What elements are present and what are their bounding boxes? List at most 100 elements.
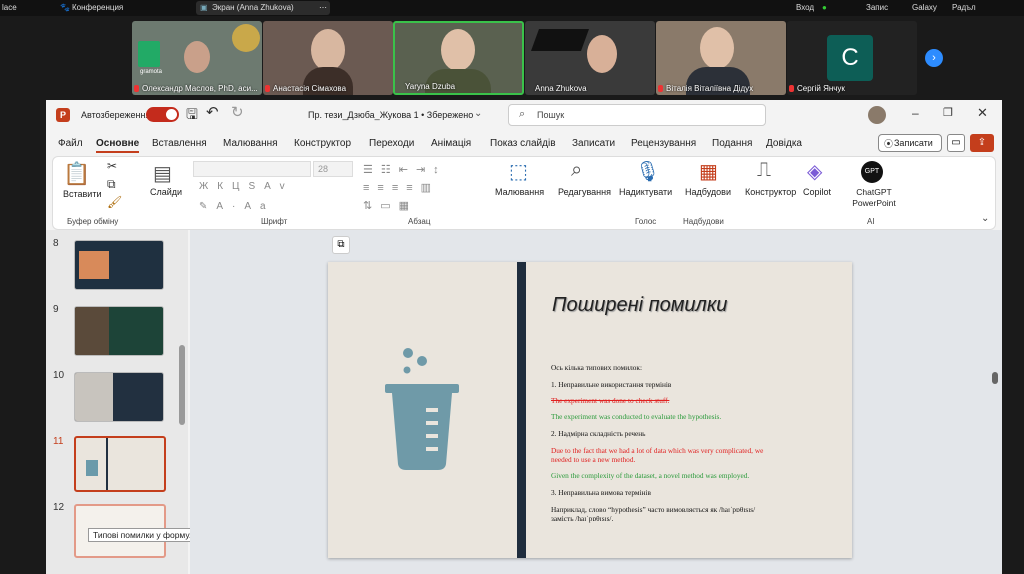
copy-icon[interactable]: ⧉: [107, 177, 116, 192]
next-page-icon[interactable]: ›: [925, 49, 943, 67]
system-top-bar: lace 🐾 Конференция ▣ Экран (Anna Zhukova…: [0, 0, 1024, 16]
copilot-button[interactable]: Copilot: [803, 187, 831, 197]
tab-slideshow[interactable]: Показ слайдів: [490, 138, 556, 149]
slide[interactable]: Поширені помилки Ось кілька типових поми…: [328, 262, 852, 558]
text-color-icons[interactable]: ✎A·Aa: [199, 201, 275, 212]
record-button[interactable]: ⦿ Записати: [878, 134, 942, 152]
slide-text-line[interactable]: 3. Неправильна вимова термінів: [551, 488, 651, 497]
paste-icon[interactable]: 📋: [63, 161, 90, 187]
designer-icon[interactable]: ⎍: [757, 159, 771, 182]
chatgpt-button[interactable]: ChatGPT PowerPoint: [847, 187, 901, 209]
avatar: [587, 35, 617, 73]
tab-home[interactable]: Основне: [96, 138, 140, 153]
participant-tile-active[interactable]: Yaryna Dzuba: [393, 21, 524, 95]
screen-icon: ▣: [200, 3, 208, 12]
account-avatar[interactable]: [868, 106, 886, 124]
slides-button[interactable]: Слайди: [150, 187, 182, 197]
participant-tile[interactable]: Віталія Віталіївна Дідух: [656, 21, 786, 95]
slide-thumbnails-pane[interactable]: 8 9 10 11 12 Типові помилки у формулюван…: [46, 230, 238, 574]
muted-mic-icon: [789, 85, 794, 92]
topbar-left-label: lace: [2, 3, 17, 12]
slide-number: 8: [53, 238, 59, 249]
tab-help[interactable]: Довідка: [766, 138, 802, 149]
slide-thumbnail[interactable]: [74, 240, 164, 290]
chevron-down-icon[interactable]: ⌄: [474, 108, 482, 119]
save-icon[interactable]: 🖫: [186, 104, 198, 128]
slide-thumbnail[interactable]: [74, 372, 164, 422]
slide-title[interactable]: Поширені помилки: [552, 294, 727, 317]
edit-button[interactable]: Редагування: [558, 187, 611, 197]
tab-transitions[interactable]: Переходи: [369, 138, 414, 149]
close-icon[interactable]: ✕: [977, 105, 988, 121]
share-icon[interactable]: ⇪: [970, 134, 994, 152]
designer-button[interactable]: Конструктор: [745, 187, 796, 197]
slide-thumbnail[interactable]: [74, 306, 164, 356]
document-title[interactable]: Пр. тези_Дзюба_Жукова 1 • Збережено: [308, 110, 473, 120]
slide-text-line[interactable]: The experiment was done to check stuff.: [551, 396, 669, 405]
ribbon-expand-icon[interactable]: ⌄: [981, 213, 989, 224]
redo-icon[interactable]: ↻: [231, 103, 244, 121]
participant-tile[interactable]: gramota Олександр Маслов, PhD, аси...: [132, 21, 262, 95]
comments-icon[interactable]: ▭: [947, 134, 965, 152]
draw-button[interactable]: Малювання: [495, 187, 544, 197]
addins-icon[interactable]: ▦: [699, 159, 718, 184]
font-size-select[interactable]: 28: [313, 161, 353, 177]
canvas-scrollbar[interactable]: [992, 372, 998, 384]
slide-text-line[interactable]: Ось кілька типових помилок:: [551, 363, 642, 372]
slide-text-line[interactable]: 1. Неправильне використання термінів: [551, 380, 671, 389]
slide-text-line[interactable]: The experiment was conducted to evaluate…: [551, 412, 721, 421]
tab-design[interactable]: Конструктор: [294, 138, 351, 149]
chatgpt-icon[interactable]: GPT: [861, 161, 883, 183]
tab-view[interactable]: Подання: [712, 138, 752, 149]
conference-label[interactable]: Конференция: [72, 3, 123, 12]
align-icons[interactable]: ≡≡≡≡▥: [363, 181, 439, 194]
slide-text-line[interactable]: Наприклад, слово “hypothesis” часто вимо…: [551, 505, 755, 514]
text-format-icons[interactable]: ЖКЦSAv: [199, 181, 294, 192]
participant-tile[interactable]: C Сергій Янчук: [787, 21, 917, 95]
designer-suggestion-icon[interactable]: ⧉: [332, 236, 350, 254]
find-icon[interactable]: ⌕: [571, 159, 582, 182]
login-link[interactable]: Вход: [796, 3, 814, 12]
more-icon[interactable]: ⋯: [319, 3, 327, 12]
avatar-initial: C: [827, 35, 873, 81]
microphone-icon[interactable]: 🎙: [635, 159, 660, 184]
dictate-button[interactable]: Надиктувати: [619, 187, 672, 197]
draw-icon[interactable]: ⬚: [509, 159, 528, 184]
tab-record[interactable]: Записати: [572, 138, 615, 149]
list-icons[interactable]: ☰☷⇤⇥↕: [363, 163, 447, 176]
font-family-select[interactable]: [193, 161, 311, 177]
tab-draw[interactable]: Малювання: [223, 138, 278, 149]
cut-icon[interactable]: ✂: [107, 159, 117, 173]
participant-tile[interactable]: Anna Zhukova: [525, 21, 655, 95]
muted-mic-icon: [134, 85, 139, 92]
minimize-icon[interactable]: –: [912, 106, 919, 120]
format-painter-icon[interactable]: 🖌: [107, 195, 122, 209]
font-group-label: Шрифт: [261, 217, 288, 226]
thumbnail-scrollbar[interactable]: [179, 345, 185, 425]
slide-number: 10: [53, 370, 65, 381]
graduation-cap-icon: [530, 29, 590, 51]
restore-icon[interactable]: ❐: [943, 106, 953, 119]
tab-insert[interactable]: Вставлення: [152, 138, 207, 149]
new-slide-icon[interactable]: ▤: [153, 161, 172, 186]
participant-name: Віталія Віталіївна Дідух: [666, 84, 754, 93]
paste-button[interactable]: Вставити: [63, 189, 102, 199]
powerpoint-logo-icon: P: [56, 108, 70, 122]
search-icon: ⌕: [519, 108, 526, 120]
paragraph-icons[interactable]: ⇅▭▦: [363, 199, 417, 212]
participant-tile[interactable]: Анастасія Сімахова: [263, 21, 393, 95]
autosave-toggle[interactable]: [146, 107, 179, 122]
copilot-icon[interactable]: ◈: [807, 159, 822, 184]
slide-text-line[interactable]: 2. Надмірна складність речень: [551, 429, 646, 438]
slide-text-line[interactable]: Due to the fact that we had a lot of dat…: [551, 446, 763, 455]
addins-button[interactable]: Надбудови: [685, 187, 731, 197]
slide-thumbnail-selected[interactable]: [74, 436, 166, 492]
tab-review[interactable]: Рецензування: [631, 138, 696, 149]
search-input[interactable]: ⌕ Пошук: [508, 104, 766, 126]
tab-animations[interactable]: Анімація: [431, 138, 471, 149]
slide-text-line[interactable]: needed to use a new method.: [551, 455, 635, 464]
slide-text-line[interactable]: Given the complexity of the dataset, a n…: [551, 471, 749, 480]
slide-text-line[interactable]: замість /haɪˈpɒθɪsɪs/.: [551, 514, 613, 523]
undo-icon[interactable]: ↶: [206, 103, 219, 121]
tab-file[interactable]: Файл: [58, 138, 83, 149]
